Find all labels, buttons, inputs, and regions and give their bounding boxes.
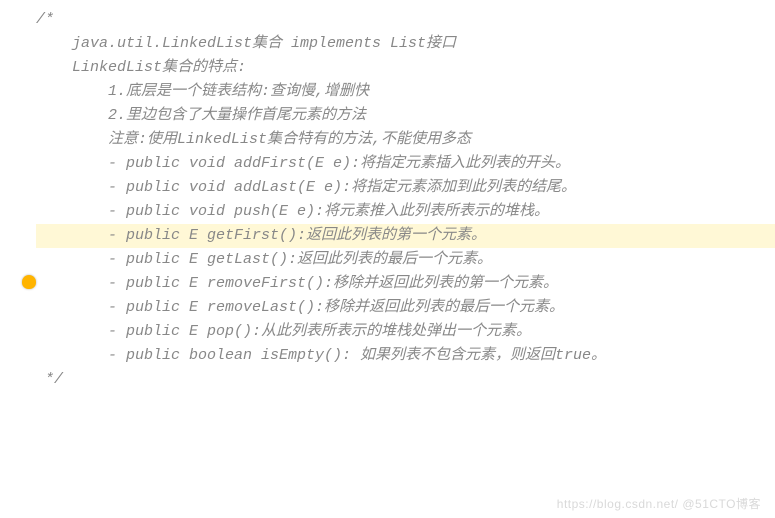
method-line: - public void addFirst(E e):将指定元素插入此列表的开… xyxy=(36,152,775,176)
doc-line: 2.里边包含了大量操作首尾元素的方法 xyxy=(36,104,775,128)
method-line: - public E removeLast():移除并返回此列表的最后一个元素。 xyxy=(36,296,775,320)
comment-close: */ xyxy=(36,368,775,392)
doc-line: 1.底层是一个链表结构:查询慢,增删快 xyxy=(36,80,775,104)
doc-line: LinkedList集合的特点: xyxy=(36,56,775,80)
watermark-text: https://blog.csdn.net/ @51CTO博客 xyxy=(557,495,761,512)
method-line: - public E getLast():返回此列表的最后一个元素。 xyxy=(36,248,775,272)
comment-open: /* xyxy=(36,8,775,32)
editor-gutter xyxy=(0,0,40,518)
method-line: - public E pop():从此列表所表示的堆栈处弹出一个元素。 xyxy=(36,320,775,344)
method-line: - public void addLast(E e):将指定元素添加到此列表的结… xyxy=(36,176,775,200)
method-line: - public E removeFirst():移除并返回此列表的第一个元素。 xyxy=(36,272,775,296)
method-line: - public void push(E e):将元素推入此列表所表示的堆栈。 xyxy=(36,200,775,224)
method-line: - public boolean isEmpty(): 如果列表不包含元素，则返… xyxy=(36,344,775,368)
doc-line: java.util.LinkedList集合 implements List接口 xyxy=(36,32,775,56)
method-line-highlighted: - public E getFirst():返回此列表的第一个元素。 xyxy=(36,224,775,248)
doc-line: 注意:使用LinkedList集合特有的方法,不能使用多态 xyxy=(36,128,775,152)
code-editor: /* java.util.LinkedList集合 implements Lis… xyxy=(0,0,775,392)
lightbulb-icon[interactable] xyxy=(22,275,36,289)
